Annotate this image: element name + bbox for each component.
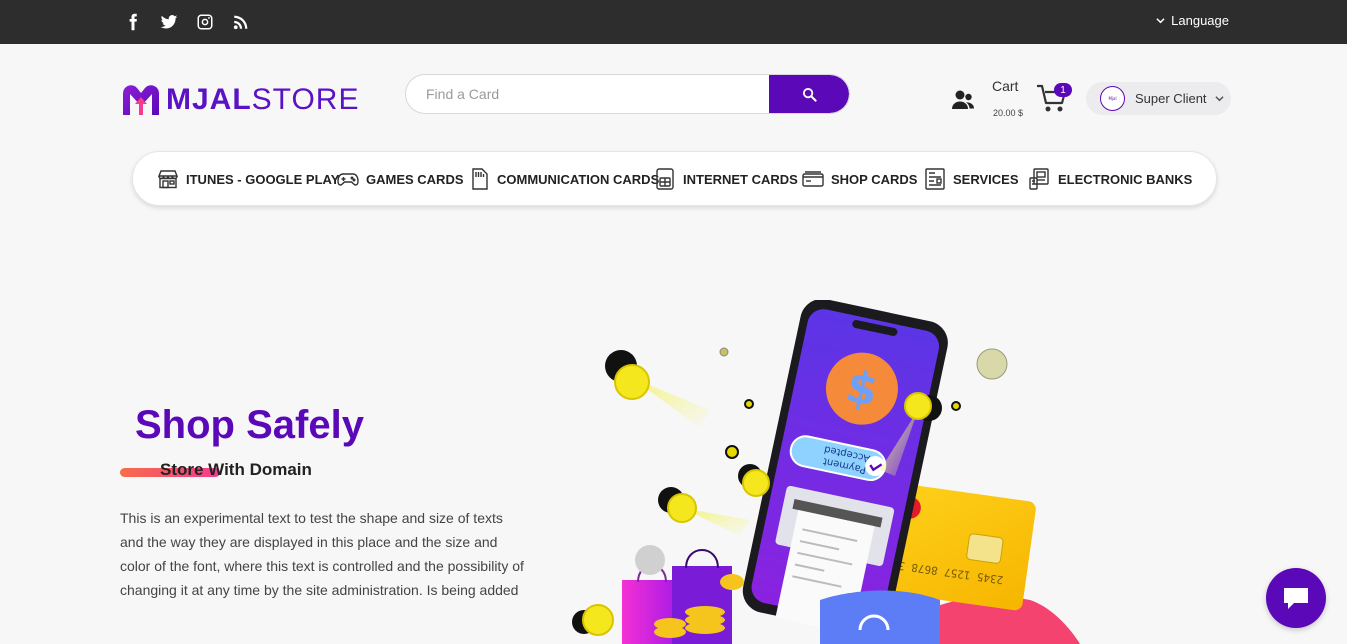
hero-illustration: 2345 1257 8678 334 $ Payment Accepted — [572, 300, 1080, 644]
nav-item-itunes-google-play[interactable]: ITUNES - GOOGLE PLAY — [157, 166, 339, 192]
chat-button[interactable] — [1266, 568, 1326, 628]
search-button[interactable] — [769, 75, 849, 113]
top-bar: Language — [0, 0, 1347, 44]
coin-icon — [738, 464, 770, 497]
cart-summary[interactable]: Cart 20.00 $ — [992, 78, 1023, 118]
nav-item-label: ITUNES - GOOGLE PLAY — [186, 171, 340, 187]
cart-total: 20.00 $ — [993, 108, 1024, 118]
chevron-down-icon — [1156, 18, 1165, 24]
coin-icon — [572, 604, 614, 636]
users-icon[interactable] — [951, 89, 975, 111]
search-input[interactable] — [406, 75, 771, 113]
sim-card-icon — [472, 168, 488, 190]
logo-text: MJALSTORE — [166, 83, 360, 116]
hero-description: This is an experimental text to test the… — [120, 510, 524, 598]
facebook-icon[interactable] — [122, 11, 144, 33]
hero-subtitle: Store With Domain — [160, 460, 312, 479]
search-icon — [802, 87, 817, 102]
social-links — [122, 11, 252, 33]
nav-item-label: SERVICES — [953, 171, 1019, 187]
instagram-icon[interactable] — [194, 11, 216, 33]
rss-icon[interactable] — [230, 11, 252, 33]
nav-item-label: INTERNET CARDS — [683, 171, 798, 187]
nav-item-label: ELECTRONIC BANKS — [1058, 171, 1193, 187]
language-label: Language — [1171, 13, 1229, 28]
nav-item-shop-cards[interactable]: SHOP CARDS — [802, 166, 917, 192]
gamepad-icon — [337, 173, 359, 186]
language-selector[interactable]: Language — [1156, 13, 1229, 28]
nav-item-services[interactable]: SERVICES — [924, 166, 1019, 192]
document-icon — [925, 168, 945, 190]
category-nav: ITUNES - GOOGLE PLAY GAMES CARDS COMMUNI… — [132, 151, 1217, 206]
avatar: Mjal — [1100, 86, 1125, 111]
user-menu[interactable]: Mjal Super Client — [1086, 82, 1231, 115]
chat-icon — [1284, 588, 1308, 609]
nav-item-internet-cards[interactable]: INTERNET CARDS — [654, 166, 798, 192]
nav-item-communication-cards[interactable]: COMMUNICATION CARDS — [468, 166, 659, 192]
user-name: Super Client — [1135, 91, 1207, 106]
wallet-icon — [802, 171, 824, 187]
search-bar — [405, 74, 850, 114]
logo-mark-icon — [123, 85, 159, 115]
chip-card-icon — [656, 168, 674, 190]
twitter-icon[interactable] — [158, 11, 180, 33]
nav-item-label: SHOP CARDS — [831, 171, 918, 187]
hero-title: Shop Safely — [135, 403, 364, 447]
coin-icon — [605, 350, 710, 428]
store-icon — [157, 170, 179, 189]
nav-item-label: COMMUNICATION CARDS — [497, 171, 660, 187]
chevron-down-icon — [1214, 96, 1224, 102]
atm-icon — [1029, 168, 1049, 190]
cart-label: Cart — [992, 78, 1019, 94]
nav-item-games-cards[interactable]: GAMES CARDS — [337, 166, 464, 192]
site-logo[interactable]: MJALSTORE — [120, 83, 359, 117]
nav-item-electronic-banks[interactable]: ELECTRONIC BANKS — [1029, 166, 1192, 192]
cart-count-badge: 1 — [1054, 83, 1072, 97]
nav-item-label: GAMES CARDS — [366, 171, 464, 187]
coin-icon — [658, 487, 750, 536]
